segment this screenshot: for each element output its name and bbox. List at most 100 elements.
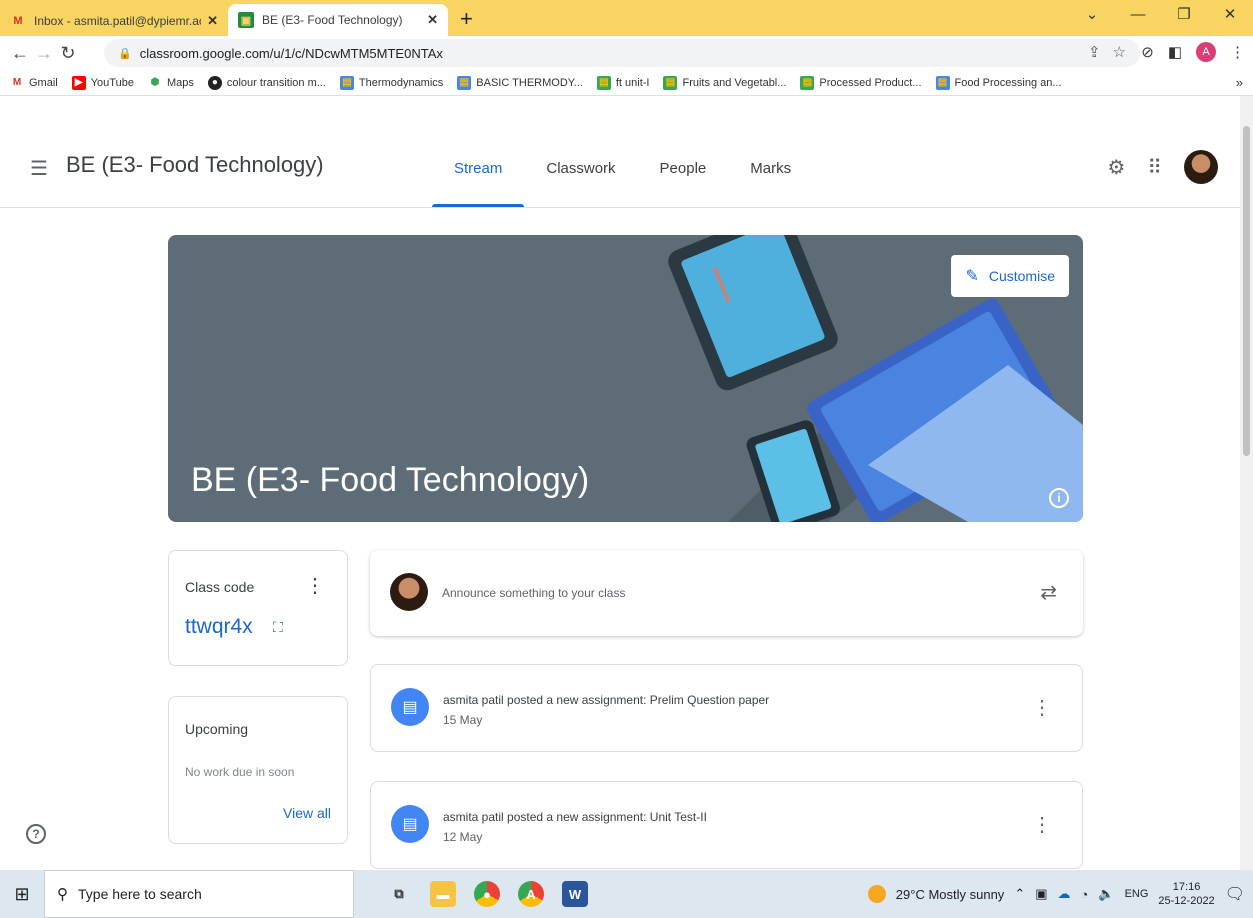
weather-icon[interactable] (867, 885, 886, 903)
url-field[interactable]: 🔒 classroom.google.com/u/1/c/NDcwMTM5MTE… (104, 39, 1140, 67)
bookmark-maps[interactable]: ⬢ Maps (148, 76, 194, 90)
tab-title: BE (E3- Food Technology) (262, 13, 403, 27)
customise-label: Customise (988, 268, 1055, 284)
close-window-icon[interactable]: ✕ (1207, 0, 1253, 34)
post-title[interactable]: asmita patil posted a new assignment: Pr… (443, 693, 769, 707)
scrollbar-thumb[interactable] (1243, 126, 1250, 456)
more-options-icon[interactable]: ⋮ (305, 573, 325, 598)
windows-start-icon[interactable]: ⊞ (0, 884, 44, 905)
more-options-icon[interactable]: ⋮ (1032, 695, 1052, 720)
class-banner: ✎ Customise BE (E3- Food Technology) i (168, 235, 1083, 522)
class-title[interactable]: BE (E3- Food Technology) (66, 152, 324, 178)
bookmark-label: Thermodynamics (358, 76, 444, 89)
bookmark-processed[interactable]: ▤ Processed Product... (800, 75, 922, 90)
tab-stream[interactable]: Stream (432, 130, 525, 207)
help-icon[interactable]: ? (26, 824, 46, 844)
class-code-label: Class code (185, 579, 255, 595)
chrome-profile-icon[interactable]: A (518, 881, 544, 907)
side-panel-icon[interactable]: ◧ (1168, 43, 1182, 61)
drive-file-icon: ▤ (339, 75, 354, 90)
tab-classwork[interactable]: Classwork (524, 130, 637, 207)
apps-grid-icon[interactable]: ⠿ (1147, 155, 1162, 180)
bookmark-label: YouTube (90, 76, 134, 89)
class-code-value[interactable]: ttwqr4x (185, 615, 253, 639)
close-tab-icon[interactable]: ✕ (207, 13, 218, 29)
system-tray: 29°C Mostly sunny ⌃ ▣ ☁ ◔ 🔈 ENG 17:16 25… (867, 870, 1245, 918)
post-title[interactable]: asmita patil posted a new assignment: Un… (443, 810, 707, 824)
announce-box[interactable]: Announce something to your class ⇄ (370, 550, 1083, 636)
info-icon[interactable]: i (1049, 488, 1069, 508)
share-icon[interactable]: ⇪ (1088, 43, 1101, 61)
bookmark-youtube[interactable]: ▶ YouTube (71, 75, 134, 90)
url-text: classroom.google.com/u/1/c/NDcwMTM5MTE0N… (139, 45, 443, 61)
banner-title: BE (E3- Food Technology) (191, 461, 590, 499)
bookmarks-overflow[interactable]: » (1236, 75, 1243, 90)
notifications-icon[interactable]: 🗨 (1225, 884, 1245, 904)
class-nav-tabs: Stream Classwork People Marks (432, 130, 813, 207)
upcoming-empty-text: No work due in soon (185, 765, 295, 779)
new-tab-button[interactable]: + (460, 6, 473, 32)
task-view-icon[interactable]: ⧉ (386, 881, 412, 907)
forward-icon[interactable]: → (32, 43, 56, 64)
minimize-icon[interactable]: — (1115, 0, 1161, 34)
bookmark-colour[interactable]: ● colour transition m... (207, 75, 326, 90)
settings-gear-icon[interactable]: ⚙ (1107, 155, 1125, 180)
bookmark-fruits[interactable]: ▤ Fruits and Vegetabl... (663, 75, 786, 90)
window-controls: ⌄ — ❐ ✕ (1069, 0, 1253, 34)
bookmark-food-processing[interactable]: ▤ Food Processing an... (935, 75, 1062, 90)
weather-text[interactable]: 29°C Mostly sunny (896, 887, 1005, 902)
page-scrollbar[interactable] (1240, 96, 1253, 870)
main-menu-icon[interactable]: ☰ (30, 156, 48, 181)
bookmark-star-icon[interactable]: ☆ (1113, 43, 1126, 61)
chevron-up-icon[interactable]: ⌃ (1014, 886, 1025, 902)
more-options-icon[interactable]: ⋮ (1032, 812, 1052, 837)
announce-placeholder[interactable]: Announce something to your class (442, 586, 625, 600)
customise-button[interactable]: ✎ Customise (951, 255, 1069, 297)
meet-icon[interactable]: ▣ (1035, 886, 1047, 902)
assignment-icon: ▤ (391, 688, 429, 726)
gmail-icon: M (12, 77, 22, 88)
tab-people[interactable]: People (638, 130, 729, 207)
volume-icon[interactable]: 🔈 (1098, 886, 1114, 902)
back-icon[interactable]: ← (8, 43, 32, 64)
maps-icon: ⬢ (150, 77, 160, 88)
tab-search-icon[interactable]: ⌄ (1069, 0, 1115, 34)
lock-icon[interactable]: 🔒 (118, 47, 132, 60)
clock[interactable]: 17:16 25-12-2022 (1158, 880, 1214, 908)
youtube-icon: ▶ (71, 75, 86, 90)
reload-icon[interactable]: ↻ (56, 43, 80, 64)
taskbar-search[interactable]: ⚲ Type here to search (44, 870, 354, 918)
extension-icon[interactable]: ⊘ (1141, 43, 1154, 61)
bookmark-ft-unit[interactable]: ▤ ft unit-I (596, 75, 649, 90)
fullscreen-icon[interactable]: ⛶ (273, 619, 283, 636)
bookmark-label: Maps (166, 76, 194, 89)
close-tab-icon[interactable]: ✕ (427, 12, 438, 28)
tab-marks[interactable]: Marks (728, 130, 813, 207)
tab-inbox[interactable]: M Inbox - asmita.patil@dypiemr.ac ✕ (0, 6, 228, 36)
bookmark-thermodynamics[interactable]: ▤ Thermodynamics (339, 75, 444, 90)
clock-time: 17:16 (1172, 881, 1201, 893)
view-all-link[interactable]: View all (283, 805, 331, 821)
onedrive-icon[interactable]: ☁ (1058, 886, 1071, 902)
bookmark-gmail[interactable]: M Gmail (10, 76, 58, 90)
profile-avatar[interactable]: A (1196, 42, 1216, 62)
stream-post[interactable]: ▤ asmita patil posted a new assignment: … (370, 781, 1083, 869)
stream-post[interactable]: ▤ asmita patil posted a new assignment: … (370, 664, 1083, 752)
word-icon[interactable]: W (562, 881, 588, 907)
file-explorer-icon[interactable]: ▬ (430, 881, 456, 907)
post-date: 15 May (443, 713, 483, 727)
address-bar: ← → ↻ 🔒 classroom.google.com/u/1/c/NDcwM… (0, 36, 1253, 70)
tab-title: Inbox - asmita.patil@dypiemr.ac (34, 14, 202, 28)
menu-kebab-icon[interactable]: ⋮ (1230, 43, 1245, 61)
language-indicator[interactable]: ENG (1125, 888, 1149, 900)
restore-icon[interactable]: ❐ (1161, 0, 1207, 34)
drive-file-icon: ▤ (800, 75, 815, 90)
bookmark-basic-thermo[interactable]: ▤ BASIC THERMODY... (457, 75, 583, 90)
user-avatar[interactable] (1184, 150, 1218, 184)
tab-classroom[interactable]: ▣ BE (E3- Food Technology) ✕ (228, 4, 448, 36)
bookmarks-bar: M Gmail ▶ YouTube ⬢ Maps ● colour transition… (0, 70, 1253, 96)
network-icon[interactable]: ◔ (1081, 887, 1089, 902)
repost-icon[interactable]: ⇄ (1040, 580, 1057, 605)
chrome-icon[interactable]: ● (474, 881, 500, 907)
drive-file-icon: ▤ (663, 75, 678, 90)
